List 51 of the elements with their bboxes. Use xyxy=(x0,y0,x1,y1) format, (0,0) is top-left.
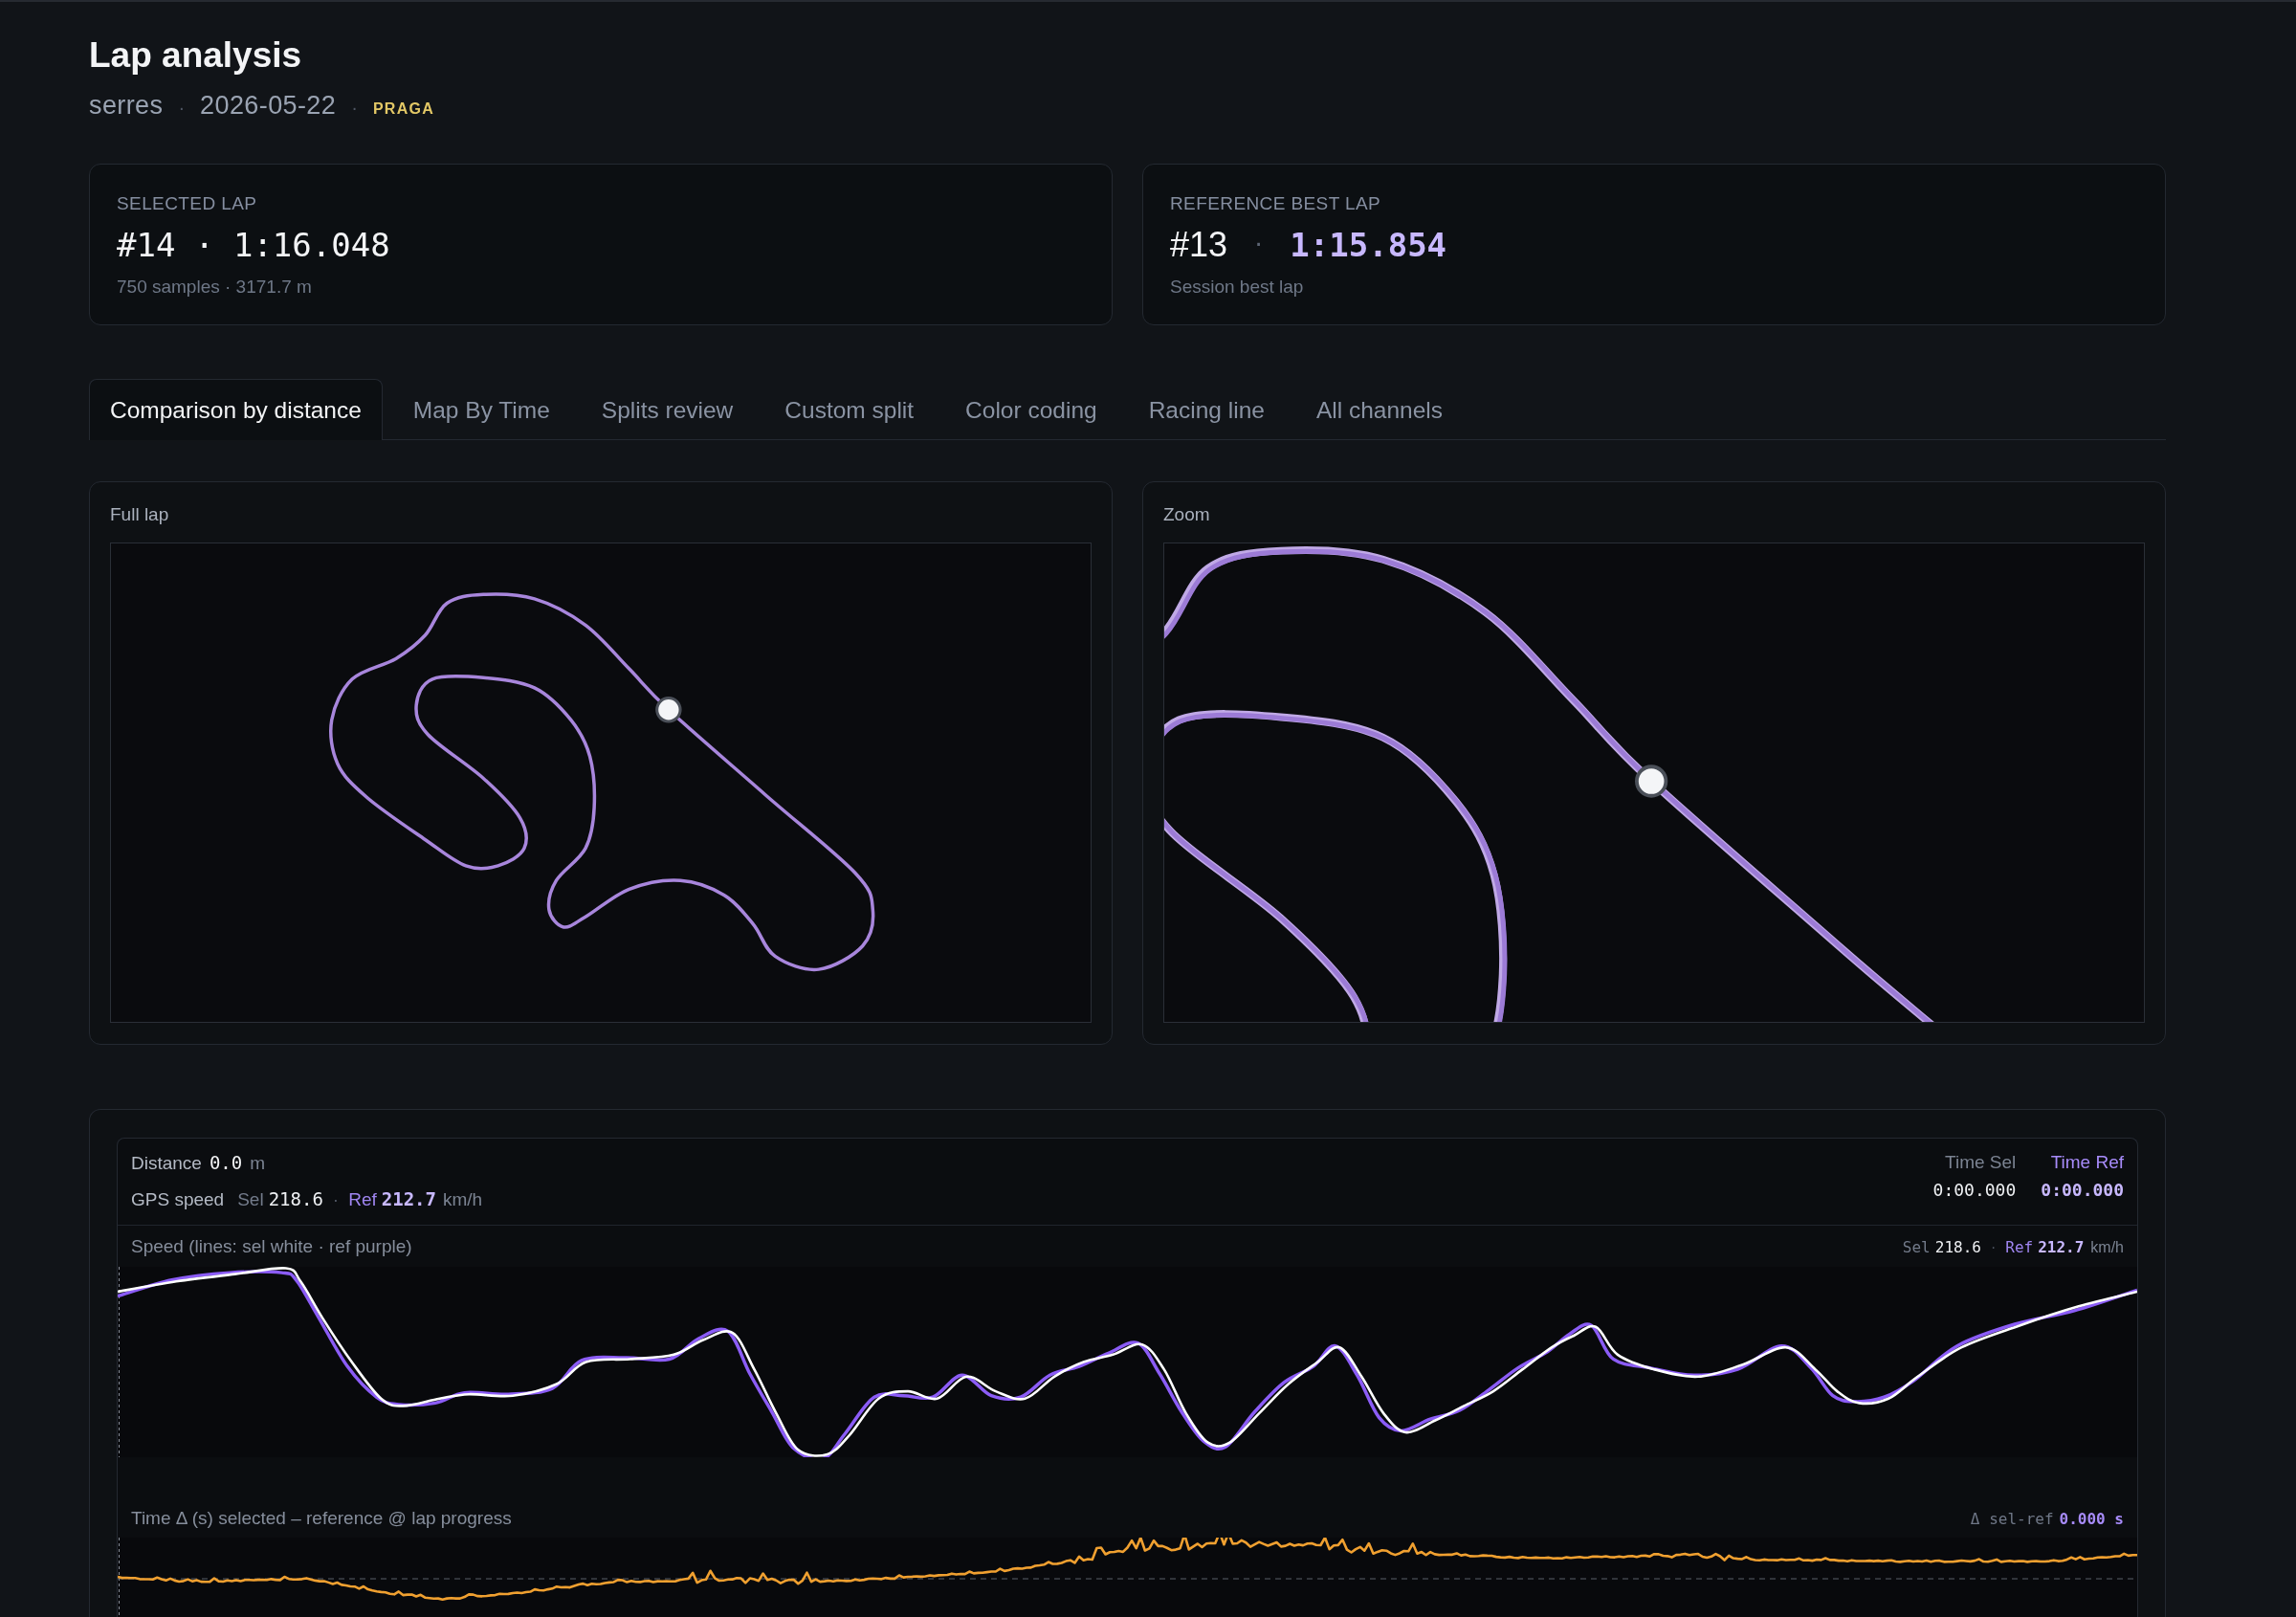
separator: · xyxy=(1990,1238,1997,1256)
sel-value: 218.6 xyxy=(268,1187,323,1211)
tab[interactable]: Custom split xyxy=(763,379,936,440)
time-label: Time Ref xyxy=(2050,1151,2124,1174)
separator: · xyxy=(178,96,186,120)
tab[interactable]: Splits review xyxy=(580,379,755,440)
panel-title: Full lap xyxy=(110,503,170,526)
unit-label: km/h xyxy=(2090,1238,2124,1256)
page-title: Lap analysis xyxy=(89,34,302,77)
lap-time: 1:16.048 xyxy=(232,226,390,264)
delta-value: 0.000 s xyxy=(2059,1509,2124,1528)
tab[interactable]: Color coding xyxy=(944,379,1118,440)
tab[interactable]: All channels xyxy=(1294,379,1464,440)
time-value: 0:00.000 xyxy=(1932,1179,2017,1202)
separator: · xyxy=(1252,232,1266,258)
unit-label: m xyxy=(250,1152,266,1175)
chart-title: Speed (lines: sel white · ref purple) xyxy=(131,1235,412,1258)
lap-number: #13 xyxy=(1170,226,1228,264)
ref-value: 212.7 xyxy=(2038,1237,2085,1256)
position-marker-icon xyxy=(655,697,682,723)
sel-label: Sel xyxy=(1902,1237,1931,1256)
sel-value: 218.6 xyxy=(1934,1237,1981,1256)
ref-value: 212.7 xyxy=(381,1187,436,1211)
time-label: Time Sel xyxy=(1945,1151,2017,1174)
lap-number: #14 xyxy=(117,226,176,264)
session-date: 2026-05-22 xyxy=(200,90,337,122)
sel-label: Sel xyxy=(237,1188,264,1211)
card-label: SELECTED LAP xyxy=(117,192,258,215)
separator: · xyxy=(194,226,214,264)
chart-title: Time Δ (s) selected – reference @ lap progress xyxy=(131,1507,512,1530)
time-value: 0:00.000 xyxy=(2041,1179,2124,1202)
card-detail: Session best lap xyxy=(1170,276,1305,299)
panel-title: Zoom xyxy=(1163,503,1211,526)
tab[interactable]: Comparison by distance xyxy=(89,379,383,440)
distance-label: Distance xyxy=(131,1152,202,1175)
tab[interactable]: Racing line xyxy=(1127,379,1286,440)
distance-value: 0.0 xyxy=(209,1151,243,1175)
delta-label: Δ sel-ref xyxy=(1970,1509,2054,1528)
tag-text: PRAGA xyxy=(372,100,435,119)
ref-label: Ref xyxy=(348,1188,377,1211)
unit-label: km/h xyxy=(442,1188,483,1211)
position-marker-icon xyxy=(1635,764,1668,798)
gps-speed-label: GPS speed xyxy=(131,1188,225,1211)
card-detail: 750 samples · 3171.7 m xyxy=(117,276,313,299)
lap-time: 1:15.854 xyxy=(1290,226,1447,264)
card-label: REFERENCE BEST LAP xyxy=(1170,192,1382,215)
separator: · xyxy=(332,1188,340,1211)
separator: · xyxy=(351,96,358,120)
ref-label: Ref xyxy=(2005,1237,2034,1256)
track-name: serres xyxy=(89,90,164,122)
tab[interactable]: Map By Time xyxy=(391,379,571,440)
